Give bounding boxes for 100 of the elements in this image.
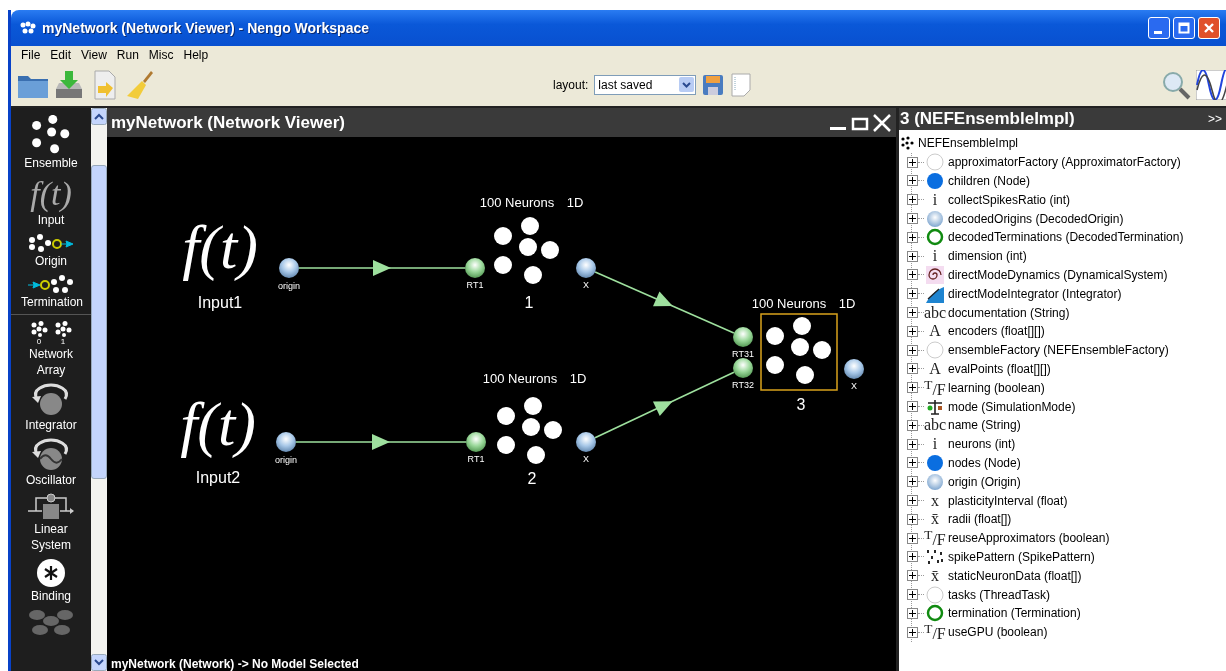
expand-toggle[interactable] [907,213,918,225]
property-label[interactable]: learning (boolean) [948,380,1045,395]
property-label[interactable]: mode (SimulationMode) [948,399,1076,414]
expand-toggle[interactable] [907,382,918,394]
ensemble-node[interactable] [494,217,559,284]
waveform-icon[interactable] [1196,69,1226,100]
origin-port[interactable] [844,359,864,379]
expand-toggle[interactable] [907,307,918,319]
expand-toggle[interactable] [907,551,918,563]
menu-item[interactable]: File [16,47,46,62]
function-node[interactable]: f(t) [180,390,256,458]
property-label[interactable]: children (Node) [948,174,1031,188]
menu-item[interactable]: View [76,47,112,62]
menu-item[interactable]: Run [111,47,144,62]
scrollbar[interactable] [91,108,107,671]
palette-item[interactable]: f(t) Input [11,175,91,232]
type-glyph: $^{T}$/F [924,621,946,643]
palette-label: Origin [34,253,68,269]
expand-toggle[interactable] [907,231,918,243]
property-label[interactable]: termination (Termination) [948,606,1081,621]
termination-port[interactable] [466,432,486,452]
close-icon[interactable] [872,112,892,133]
neuron-count: 100 Neurons [482,371,558,386]
close-button[interactable] [1198,17,1220,39]
tree-root-label[interactable]: NEFEnsembleImpl [918,136,1019,151]
expand-toggle[interactable] [907,589,918,600]
ensemble-node[interactable] [497,397,562,464]
termination-port[interactable] [733,358,753,378]
palette-item[interactable]: Oscillator [11,437,91,492]
expand-toggle[interactable] [907,363,918,375]
property-label[interactable]: ensembleFactory (NEFEnsembleFactory) [948,343,1169,358]
collapse-toggle[interactable]: >> [1208,112,1222,126]
property-label[interactable]: encoders (float[][]) [948,324,1045,339]
layout-dropdown[interactable]: last saved [594,74,697,95]
expand-toggle[interactable] [907,288,918,300]
expand-toggle[interactable] [907,438,918,450]
expand-toggle[interactable] [907,532,918,544]
save-icon[interactable] [702,73,725,96]
palette-label: Binding [30,588,72,604]
expand-toggle[interactable] [907,419,918,431]
palette-item[interactable]: Binding [11,557,91,608]
palette-item[interactable]: Origin [11,232,91,273]
menu-item[interactable]: Misc [143,47,179,62]
expand-toggle[interactable] [907,344,918,356]
property-label[interactable]: decodedTerminations (DecodedTermination) [948,230,1184,245]
expand-toggle[interactable] [907,570,918,582]
expand-toggle[interactable] [907,269,918,281]
download-icon[interactable] [53,69,85,100]
expand-toggle[interactable] [907,175,918,187]
ensemble-node[interactable] [766,317,831,384]
function-node[interactable]: f(t) [182,213,258,281]
property-label[interactable]: approximatorFactory (ApproximatorFactory) [948,155,1181,170]
scroll-down-icon[interactable] [91,654,107,671]
origin-port[interactable] [276,432,296,452]
property-label[interactable]: spikePattern (SpikePattern) [948,549,1095,564]
property-label[interactable]: evalPoints (float[][]) [948,361,1051,376]
menu-item[interactable]: Help [178,47,214,62]
termination-port[interactable] [733,327,753,347]
property-label[interactable]: reuseApproximators (boolean) [948,531,1110,546]
property-label[interactable]: neurons (int) [948,437,1016,452]
property-label[interactable]: radii (float[]) [948,512,1012,527]
expand-toggle[interactable] [907,495,918,507]
property-label[interactable]: staticNeuronData (float[]) [948,568,1082,583]
expand-toggle[interactable] [907,626,918,638]
property-label[interactable]: name (String) [948,418,1021,433]
property-label[interactable]: collectSpikesRatio (int) [948,192,1071,207]
palette-item[interactable]: Termination [11,273,91,314]
property-label[interactable]: useGPU (boolean) [948,625,1048,640]
property-label[interactable]: dimension (int) [948,249,1027,264]
expand-toggle[interactable] [907,476,918,488]
termination-port[interactable] [465,258,485,278]
expand-toggle[interactable] [907,401,918,413]
property-label[interactable]: origin (Origin) [948,474,1021,489]
property-label[interactable]: tasks (ThreadTask) [948,587,1051,602]
palette-item[interactable]: Ensemble [11,114,91,175]
expand-toggle[interactable] [907,607,918,619]
expand-toggle[interactable] [907,325,918,337]
property-label[interactable]: nodes (Node) [948,455,1021,470]
property-label[interactable]: decodedOrigins (DecodedOrigin) [948,211,1124,226]
menu-item[interactable]: Edit [45,47,77,62]
origin-port[interactable] [576,258,596,278]
origin-port[interactable] [279,258,299,278]
search-icon[interactable] [1160,69,1192,100]
palette-item[interactable]: Integrator [11,382,91,437]
maximize-button[interactable] [1173,17,1195,39]
minimize-button[interactable] [1148,17,1170,39]
scroll-thumb[interactable] [91,165,107,479]
property-label[interactable]: documentation (String) [948,305,1070,320]
expand-toggle[interactable] [907,156,918,168]
property-label[interactable]: directModeDynamics (DynamicalSystem) [948,267,1168,282]
palette-item[interactable]: Linear System [11,492,91,557]
expand-toggle[interactable] [907,250,918,262]
scroll-up-icon[interactable] [91,108,107,125]
ensemble-icon [901,136,915,151]
expand-toggle[interactable] [907,457,918,469]
property-label[interactable]: plasticityInterval (float) [948,493,1068,508]
property-label[interactable]: directModeIntegrator (Integrator) [948,286,1122,301]
expand-toggle[interactable] [907,194,918,206]
expand-toggle[interactable] [907,513,918,525]
origin-port[interactable] [576,432,596,452]
